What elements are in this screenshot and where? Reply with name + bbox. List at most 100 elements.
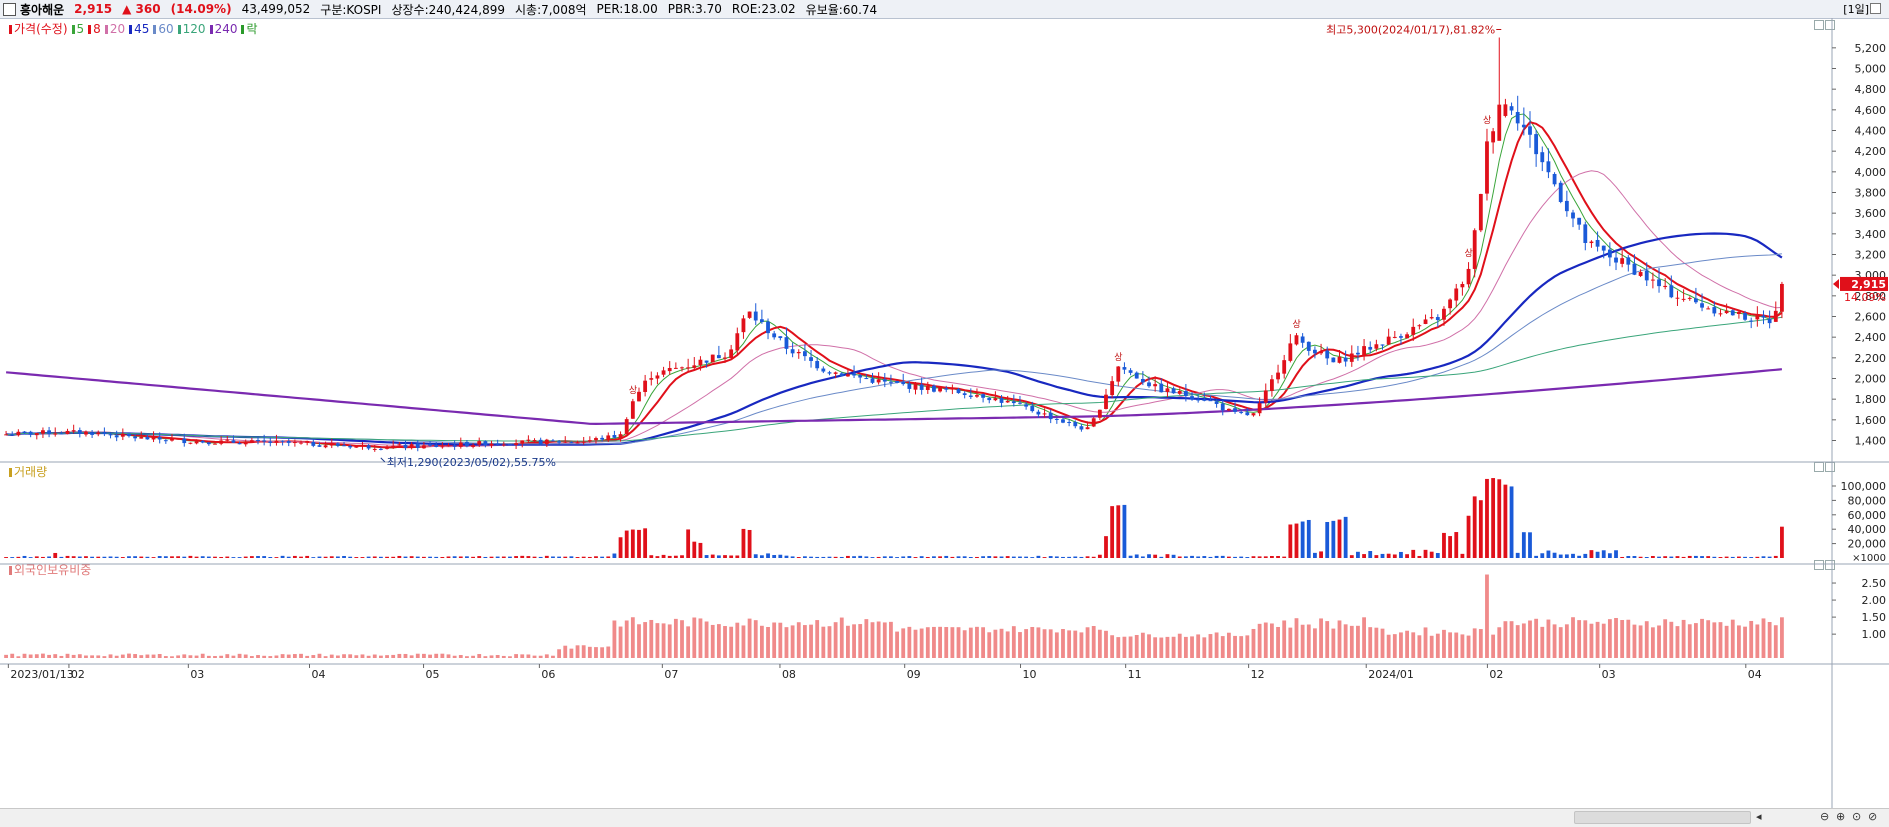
foreign-bar (446, 654, 451, 658)
candle-body (47, 430, 51, 435)
foreign-bar (968, 627, 973, 658)
window-close-icon[interactable] (1870, 3, 1881, 14)
volume-bar (1140, 556, 1145, 558)
zoom-in-icon[interactable]: ⊕ (1836, 810, 1845, 823)
volume-bar (262, 556, 267, 558)
volume-bar (925, 556, 930, 558)
foreign-bar (1319, 618, 1323, 658)
price-tick-label: 1,400 (1855, 435, 1887, 448)
x-tick-label: 05 (426, 668, 440, 681)
volume-bar (1564, 554, 1569, 558)
foreign-bar (428, 654, 432, 658)
candle-body (1669, 285, 1674, 298)
volume-bar (618, 537, 623, 558)
foreign-bar (1472, 628, 1477, 658)
foreign-bar (458, 655, 463, 658)
foreign-bar (409, 655, 414, 658)
candle-body (1491, 131, 1496, 143)
foreign-bar (704, 621, 709, 658)
scroll-left-icon[interactable]: ◂ (1756, 810, 1762, 823)
volume-bar (127, 556, 131, 558)
candle-body (477, 441, 482, 445)
foreign-bar (477, 654, 482, 658)
volume-bar (1165, 554, 1170, 558)
candle-body (1245, 412, 1250, 416)
foreign-bar (802, 625, 807, 658)
volume-bar (870, 557, 875, 558)
volume-tick-label: 60,000 (1848, 509, 1887, 522)
horizontal-scrollbar[interactable] (1574, 811, 1751, 824)
foreign-bar (1245, 635, 1250, 658)
stock-chart[interactable]: 1,4001,6001,8002,0002,2002,4002,6002,800… (0, 18, 1889, 808)
volume-bar (889, 556, 893, 558)
candle-body (1749, 320, 1754, 322)
zoom-reset-icon[interactable]: ⊙ (1852, 810, 1861, 823)
zoom-fit-icon[interactable]: ⊘ (1868, 810, 1877, 823)
candle-body (815, 361, 820, 369)
x-tick-label: 08 (782, 668, 796, 681)
candle-body (1515, 111, 1520, 124)
ma-line-20 (6, 170, 1782, 448)
low-arrow-icon (380, 457, 386, 463)
limit-up-marker: 상 (629, 385, 637, 396)
candle-body (790, 349, 795, 354)
volume-bar (1552, 552, 1557, 558)
candle-body (145, 436, 150, 440)
volume-bar (1669, 556, 1674, 558)
foreign-bar (999, 628, 1004, 658)
candle-body (1349, 353, 1354, 362)
candle-body (1282, 360, 1287, 374)
candle-body (1165, 388, 1170, 392)
candle-body (1442, 308, 1446, 320)
foreign-bar (1239, 636, 1244, 658)
header-checkbox[interactable] (3, 2, 16, 16)
volume-bar (1571, 553, 1575, 558)
foreign-bar (397, 653, 402, 658)
volume-bar (1337, 519, 1342, 558)
foreign-bar (790, 625, 795, 658)
candle-body (311, 441, 316, 446)
foreign-bar (766, 626, 770, 658)
foreign-bar (839, 617, 844, 658)
candle-body (1399, 336, 1403, 338)
volume-bar (292, 555, 297, 558)
volume-bar (1079, 556, 1084, 558)
candle-body (1564, 200, 1569, 212)
volume-bar (759, 555, 764, 558)
volume-bar (1435, 553, 1440, 558)
foreign-bar (28, 654, 33, 658)
candle-body (1521, 124, 1526, 128)
candle-body (34, 433, 39, 436)
volume-bar (1730, 556, 1735, 558)
foreign-bar (1220, 636, 1225, 658)
volume-bar (170, 556, 174, 558)
zoom-out-icon[interactable]: ⊖ (1820, 810, 1829, 823)
volume-bar (612, 553, 617, 558)
volume-bar (901, 556, 906, 558)
candle-body (274, 440, 279, 443)
candle-body (729, 349, 734, 359)
period-selector[interactable]: [1일] (1843, 1, 1869, 17)
foreign-bar (1190, 636, 1194, 658)
candle-body (1220, 403, 1225, 411)
volume-bar (1460, 553, 1465, 558)
volume-bar (366, 556, 371, 558)
foreign-bar (1767, 622, 1772, 658)
volume-bar (1700, 556, 1704, 558)
volume-bar (975, 556, 979, 558)
foreign-bar (551, 655, 555, 658)
foreign-bar (809, 624, 813, 658)
candle-body (1011, 401, 1016, 404)
foreign-bar (434, 653, 439, 658)
volume-bar (827, 556, 832, 558)
volume-bar (114, 556, 119, 558)
candle-body (594, 438, 598, 441)
foreign-bar (1325, 621, 1330, 658)
volume-bar (1097, 554, 1102, 558)
volume-bar (77, 556, 82, 558)
foreign-bar (1454, 632, 1459, 658)
foreign-bar (1601, 623, 1606, 658)
foreign-bar (1140, 632, 1145, 658)
candle-body (243, 441, 248, 445)
volume-bar (1349, 555, 1354, 558)
